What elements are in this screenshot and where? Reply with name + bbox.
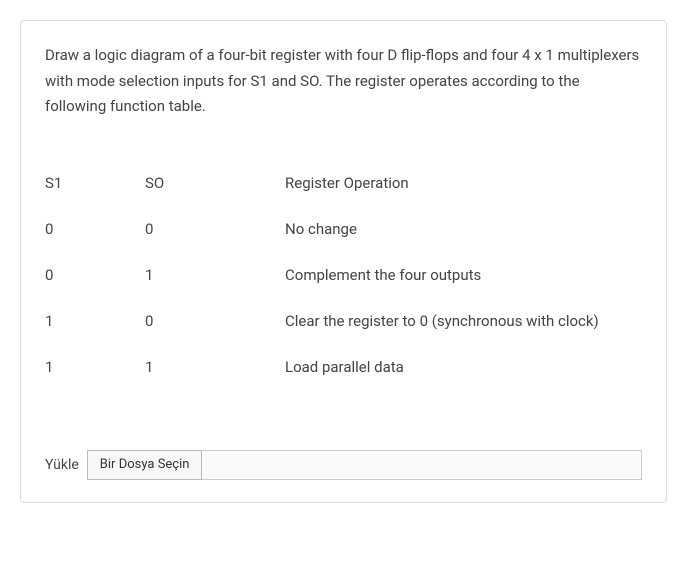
header-s0: SO [145,160,285,206]
cell-s0: 0 [145,298,285,344]
table-row: 1 1 Load parallel data [45,344,642,390]
header-s1: S1 [45,160,145,206]
file-input-wrapper: Bir Dosya Seçin [87,450,642,480]
upload-row: Yükle Bir Dosya Seçin [45,450,642,480]
question-text: Draw a logic diagram of a four-bit regis… [45,43,642,120]
cell-operation: No change [285,206,642,252]
cell-operation: Clear the register to 0 (synchronous wit… [285,298,642,344]
cell-s0: 1 [145,344,285,390]
function-table: S1 SO Register Operation 0 0 No change 0… [45,160,642,390]
cell-operation: Load parallel data [285,344,642,390]
cell-s1: 0 [45,206,145,252]
table-row: 0 0 No change [45,206,642,252]
header-operation: Register Operation [285,160,642,206]
cell-s0: 1 [145,252,285,298]
cell-operation: Complement the four outputs [285,252,642,298]
table-row: 0 1 Complement the four outputs [45,252,642,298]
cell-s1: 0 [45,252,145,298]
table-row: 1 0 Clear the register to 0 (synchronous… [45,298,642,344]
file-select-button[interactable]: Bir Dosya Seçin [87,450,203,480]
upload-label: Yükle [45,457,79,473]
question-container: Draw a logic diagram of a four-bit regis… [20,20,667,503]
cell-s1: 1 [45,298,145,344]
cell-s1: 1 [45,344,145,390]
table-header-row: S1 SO Register Operation [45,160,642,206]
file-name-display[interactable] [202,450,642,480]
cell-s0: 0 [145,206,285,252]
